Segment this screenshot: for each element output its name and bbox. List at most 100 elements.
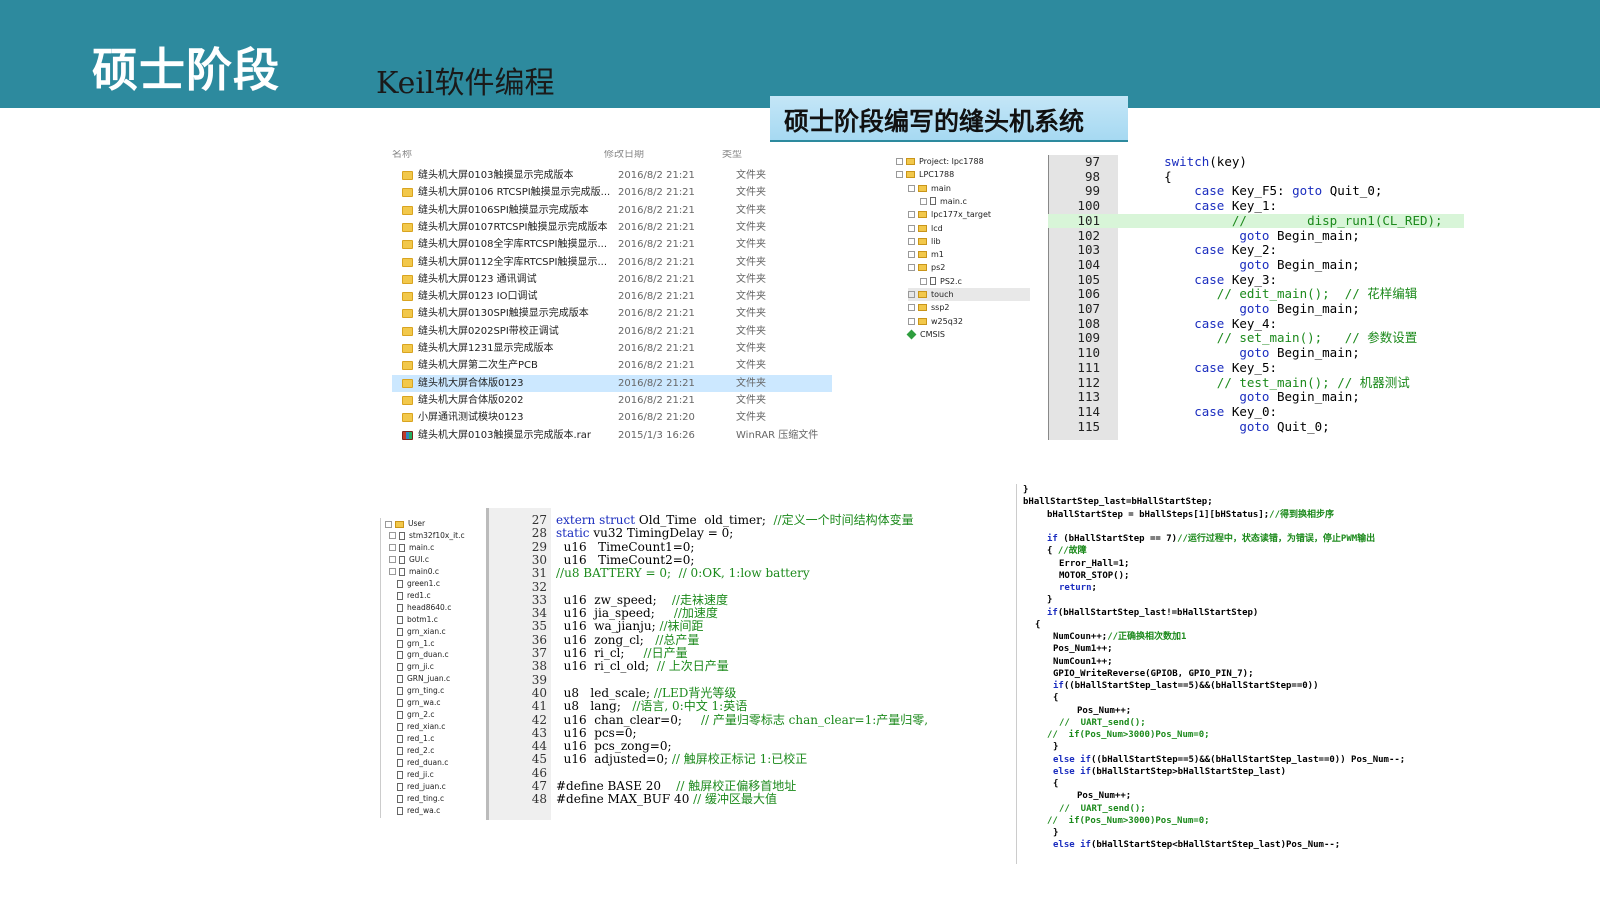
file-row[interactable]: 缝头机大屏合体版0123 2016/8/2 21:21 文件夹	[392, 374, 832, 393]
expand-toggle-icon[interactable]	[389, 544, 396, 552]
tree-item[interactable]: Project: lpc1788	[896, 155, 984, 168]
file-row[interactable]: 小屏通讯测试模块0123 2016/8/2 21:20 文件夹	[392, 409, 832, 427]
tree-item[interactable]: grn_duan.c	[397, 649, 449, 661]
code-line: }	[1047, 595, 1053, 606]
expand-toggle-icon[interactable]	[908, 264, 915, 272]
tree-item[interactable]: w25q32	[908, 315, 963, 328]
code-line: 97 switch(key)	[1048, 155, 1464, 170]
tree-item[interactable]: main.c	[389, 542, 434, 554]
tree-item[interactable]: m1	[908, 248, 944, 261]
tree-item[interactable]: grn_2.c	[397, 709, 435, 721]
file-date: 2016/8/2 21:21	[618, 256, 695, 268]
tree-item[interactable]: lcd	[908, 222, 943, 235]
tree-item[interactable]: grn_ting.c	[397, 685, 444, 697]
expand-toggle-icon[interactable]	[389, 556, 396, 564]
code-line: if (bHallStartStep == 7)//运行过程中，状态读错，为错误…	[1047, 534, 1376, 544]
tree-item[interactable]: red_duan.c	[397, 757, 448, 769]
tree-item[interactable]: main0.c	[389, 566, 439, 578]
line-number: 38	[531, 659, 547, 674]
code-line: bHallStartStep = bHallSteps[1][bHStatus]…	[1047, 509, 1335, 520]
tree-item[interactable]: PS2.c	[920, 275, 962, 288]
column-date[interactable]: 修改日期	[604, 150, 644, 160]
column-name[interactable]: 名称	[392, 150, 412, 160]
tree-item[interactable]: grn_wa.c	[397, 697, 440, 709]
file-row[interactable]: 缝头机大屏0106 RTCSPI触摸显示完成版... 2016/8/2 21:21…	[392, 184, 832, 202]
tree-item[interactable]: red_ji.c	[397, 769, 434, 781]
expand-toggle-icon[interactable]	[920, 277, 927, 285]
expand-toggle-icon[interactable]	[908, 237, 915, 245]
file-row[interactable]: 缝头机大屏0112全字库RTCSPI触摸显示... 2016/8/2 21:21 文…	[392, 254, 832, 272]
file-row[interactable]: 缝头机大屏第二次生产PCB 2016/8/2 21:21 文件夹	[392, 357, 832, 375]
tree-item[interactable]: head8640.c	[397, 602, 451, 614]
tree-item[interactable]: GUI.c	[389, 554, 429, 566]
expand-toggle-icon[interactable]	[389, 532, 396, 540]
file-row[interactable]: 缝头机大屏0106SPI触摸显示完成版本 2016/8/2 21:21 文件夹	[392, 202, 832, 220]
tree-item-label: red_duan.c	[407, 758, 449, 767]
tree-item[interactable]: stm32f10x_it.c	[389, 530, 465, 542]
tree-item[interactable]: grn_1.c	[397, 638, 435, 650]
tree-item[interactable]: red_xian.c	[397, 721, 445, 733]
tree-item-label: GRN_juan.c	[407, 674, 451, 684]
tree-item[interactable]: ssp2	[908, 301, 950, 314]
line-number: 45	[531, 752, 547, 767]
code-line: Pos_Num++;	[1077, 705, 1132, 716]
tree-item[interactable]: CMSIS	[906, 328, 945, 341]
tree-item[interactable]: red_juan.c	[397, 781, 446, 793]
line-number: 43	[531, 725, 547, 740]
tree-item[interactable]: red_2.c	[397, 745, 434, 757]
line-number: 103	[1077, 242, 1100, 258]
expand-toggle-icon[interactable]	[908, 291, 915, 298]
tree-item[interactable]: LPC1788	[896, 168, 954, 181]
expand-toggle-icon[interactable]	[908, 304, 915, 312]
tree-item[interactable]: grn_ji.c	[397, 661, 434, 673]
expand-toggle-icon[interactable]	[389, 568, 396, 576]
expand-toggle-icon[interactable]	[908, 317, 915, 325]
tree-item[interactable]: grn_xian.c	[397, 626, 446, 638]
tree-item[interactable]: red_wa.c	[397, 805, 440, 817]
code-line: if(bHallStartStep_last!=bHallStartStep)	[1047, 607, 1259, 618]
code-line: GPIO_WriteReverse(GPIOB, GPIO_PIN_7);	[1053, 668, 1254, 679]
file-row[interactable]: 缝头机大屏0123 IO口调试 2016/8/2 21:21 文件夹	[392, 288, 832, 306]
expand-toggle-icon[interactable]	[920, 197, 927, 205]
tree-item-label: w25q32	[931, 316, 963, 326]
tree-item[interactable]: main.c	[920, 195, 967, 208]
tree-item[interactable]: main	[908, 182, 951, 195]
code-line: }	[1053, 742, 1059, 753]
folder-icon	[402, 326, 413, 336]
file-row[interactable]: 缝头机大屏0108全字库RTCSPI触摸显示... 2016/8/2 21:21 文…	[392, 236, 832, 254]
file-row[interactable]: 缝头机大屏0103触摸显示完成版本 2016/8/2 21:21 文件夹	[392, 167, 832, 185]
tree-item[interactable]: green1.c	[397, 578, 440, 590]
tree-item[interactable]: User	[385, 518, 425, 530]
tree-item[interactable]: lib	[908, 235, 941, 248]
file-row[interactable]: 缝头机大屏1231显示完成版本 2016/8/2 21:21 文件夹	[392, 340, 832, 358]
tree-item[interactable]: red1.c	[397, 590, 431, 602]
line-number: 115	[1077, 418, 1100, 434]
tree-item[interactable]: lpc177x_target	[908, 208, 991, 221]
file-row[interactable]: 缝头机大屏0123 通讯调试 2016/8/2 21:21 文件夹	[392, 271, 832, 289]
tree-item[interactable]: red_1.c	[397, 733, 434, 745]
file-row[interactable]: 缝头机大屏0103触摸显示完成版本.rar 2015/1/3 16:26 WinRA…	[392, 427, 832, 445]
line-number: 27	[531, 513, 547, 527]
line-number: 40	[531, 685, 547, 700]
tree-item[interactable]: GRN_juan.c	[397, 673, 450, 685]
expand-toggle-icon[interactable]	[908, 251, 915, 259]
file-row[interactable]: 缝头机大屏0202SPI带校正调试 2016/8/2 21:21 文件夹	[392, 323, 832, 341]
file-row[interactable]: 缝头机大屏合体版0202 2016/8/2 21:21 文件夹	[392, 392, 832, 410]
expand-toggle-icon[interactable]	[908, 211, 915, 219]
tree-item-label: main	[931, 183, 951, 193]
expand-toggle-icon[interactable]	[896, 158, 903, 165]
tree-item-label: LPC1788	[919, 170, 955, 180]
file-row[interactable]: 缝头机大屏0130SPI触摸显示完成版本 2016/8/2 21:21 文件夹	[392, 305, 832, 323]
tree-item-label: grn_wa.c	[407, 698, 441, 708]
expand-toggle-icon[interactable]	[896, 171, 903, 179]
tree-item[interactable]: red_ting.c	[397, 793, 444, 805]
tree-item[interactable]: ps2	[908, 261, 945, 274]
expand-toggle-icon[interactable]	[908, 184, 915, 192]
code-line: 114 case Key_0:	[1048, 404, 1464, 420]
file-row[interactable]: 缝头机大屏0107RTCSPI触摸显示完成版本 2016/8/2 21:21 文件夹	[392, 219, 832, 237]
expand-toggle-icon[interactable]	[385, 520, 392, 528]
tree-item[interactable]: touch	[908, 288, 1030, 301]
tree-item[interactable]: botm1.c	[397, 614, 438, 626]
expand-toggle-icon[interactable]	[908, 224, 915, 232]
column-type[interactable]: 类型	[722, 150, 742, 160]
